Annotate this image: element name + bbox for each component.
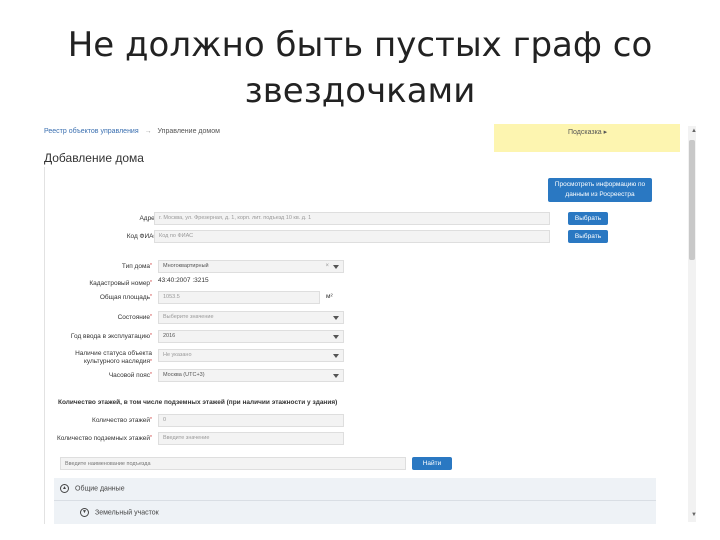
year-select[interactable]: 2016 xyxy=(158,330,344,343)
area-label-text: Общая площадь xyxy=(99,294,151,301)
area-label: Общая площадь* xyxy=(100,294,152,301)
fias-input[interactable]: Код по ФИАС xyxy=(154,230,550,243)
floors-max-label: Количество этажей* xyxy=(92,417,152,424)
floors-section-note: Количество этажей, в том числе подземных… xyxy=(58,399,338,406)
choose-fias-button[interactable]: Выбрать xyxy=(568,230,608,243)
cadastral-label-text: Кадастровый номер xyxy=(89,280,151,287)
house-type-value: Многоквартирный xyxy=(163,263,209,269)
slide-title: Не должно быть пустых граф со звездочкам… xyxy=(0,22,720,114)
breadcrumb-separator: → xyxy=(144,128,152,135)
required-marker: * xyxy=(150,435,152,441)
slide-title-line2: звездочками xyxy=(244,71,476,111)
condition-select[interactable]: Выберите значение xyxy=(158,311,344,324)
vertical-scrollbar[interactable] xyxy=(688,126,696,522)
required-marker: * xyxy=(150,280,152,286)
floors-min-input[interactable]: Введите значение xyxy=(158,432,344,445)
cultural-label: Наличие статуса объекта культурного насл… xyxy=(52,350,152,366)
required-marker: * xyxy=(150,294,152,300)
condition-label-text: Состояние xyxy=(117,314,151,321)
year-label-text: Год ввода в эксплуатацию xyxy=(70,333,151,340)
area-input[interactable]: 1053.5 xyxy=(158,291,320,304)
house-type-label: Тип дома* xyxy=(122,263,152,270)
condition-label: Состояние* xyxy=(118,314,152,321)
land-plot-label: Земельный участок xyxy=(95,509,159,517)
page-heading: Добавление дома xyxy=(44,151,144,165)
chevron-up-icon[interactable]: ▲ xyxy=(60,484,69,493)
timezone-value: Москва (UTC+3) xyxy=(163,372,205,378)
breadcrumb-current: Управление домом xyxy=(157,128,220,135)
address-input[interactable]: г. Москва, ул. Фрезерная, д. 1, корп. ли… xyxy=(154,212,550,225)
chevron-down-icon[interactable]: ▼ xyxy=(80,508,89,517)
find-button[interactable]: Найти xyxy=(412,457,452,470)
slide-title-line1: Не должно быть пустых граф со xyxy=(67,25,653,65)
condition-value: Выберите значение xyxy=(163,314,214,320)
cadastral-value[interactable]: 43:40:2007 :3215 xyxy=(158,277,209,284)
general-data-section[interactable]: ▲ Общие данные xyxy=(60,484,125,493)
cadastral-label: Кадастровый номер* xyxy=(89,280,152,287)
required-marker: * xyxy=(150,263,152,269)
breadcrumb-link[interactable]: Реестр объектов управления xyxy=(44,128,139,135)
collapsible-panel: ▲ Общие данные ▼ Земельный участок xyxy=(54,478,656,524)
form-screenshot: Реестр объектов управления → Управление … xyxy=(40,124,700,524)
cultural-value: Не указано xyxy=(163,352,192,358)
required-marker: * xyxy=(150,314,152,320)
panel-divider xyxy=(54,500,656,501)
required-marker: * xyxy=(150,359,152,365)
choose-address-button[interactable]: Выбрать xyxy=(568,212,608,225)
scrollbar-thumb[interactable] xyxy=(689,140,695,260)
required-marker: * xyxy=(150,333,152,339)
rosreestr-info-button[interactable]: Просмотреть информацию по данным из Роср… xyxy=(548,178,652,202)
required-marker: * xyxy=(150,417,152,423)
timezone-select[interactable]: Москва (UTC+3) xyxy=(158,369,344,382)
floors-min-label: Количество подземных этажей* xyxy=(57,435,152,442)
year-label: Год ввода в эксплуатацию* xyxy=(71,333,152,340)
house-type-select[interactable]: Многоквартирный × xyxy=(158,260,344,273)
entrance-search-input[interactable] xyxy=(60,457,406,470)
notice-banner: Подсказка ▸ xyxy=(494,124,680,152)
scroll-down-icon[interactable]: ▼ xyxy=(691,512,697,518)
house-type-label-text: Тип дома xyxy=(121,263,151,270)
area-unit: м² xyxy=(326,293,333,300)
land-plot-section[interactable]: ▼ Земельный участок xyxy=(80,508,159,517)
floors-max-label-text: Количество этажей xyxy=(92,417,151,424)
year-value: 2016 xyxy=(163,333,176,339)
floors-min-label-text: Количество подземных этажей xyxy=(56,435,151,442)
notice-text[interactable]: Подсказка ▸ xyxy=(568,128,607,136)
timezone-label: Часовой пояс* xyxy=(109,372,152,379)
floors-max-input[interactable]: 0 xyxy=(158,414,344,427)
cultural-label-text: Наличие статуса объекта культурного насл… xyxy=(75,350,152,365)
required-marker: * xyxy=(150,372,152,378)
general-data-label: Общие данные xyxy=(75,485,125,493)
cultural-select[interactable]: Не указано xyxy=(158,349,344,362)
breadcrumb: Реестр объектов управления → Управление … xyxy=(44,128,220,135)
clear-icon[interactable]: × xyxy=(325,263,329,269)
scroll-up-icon[interactable]: ▲ xyxy=(691,128,697,134)
timezone-label-text: Часовой пояс xyxy=(108,372,151,379)
